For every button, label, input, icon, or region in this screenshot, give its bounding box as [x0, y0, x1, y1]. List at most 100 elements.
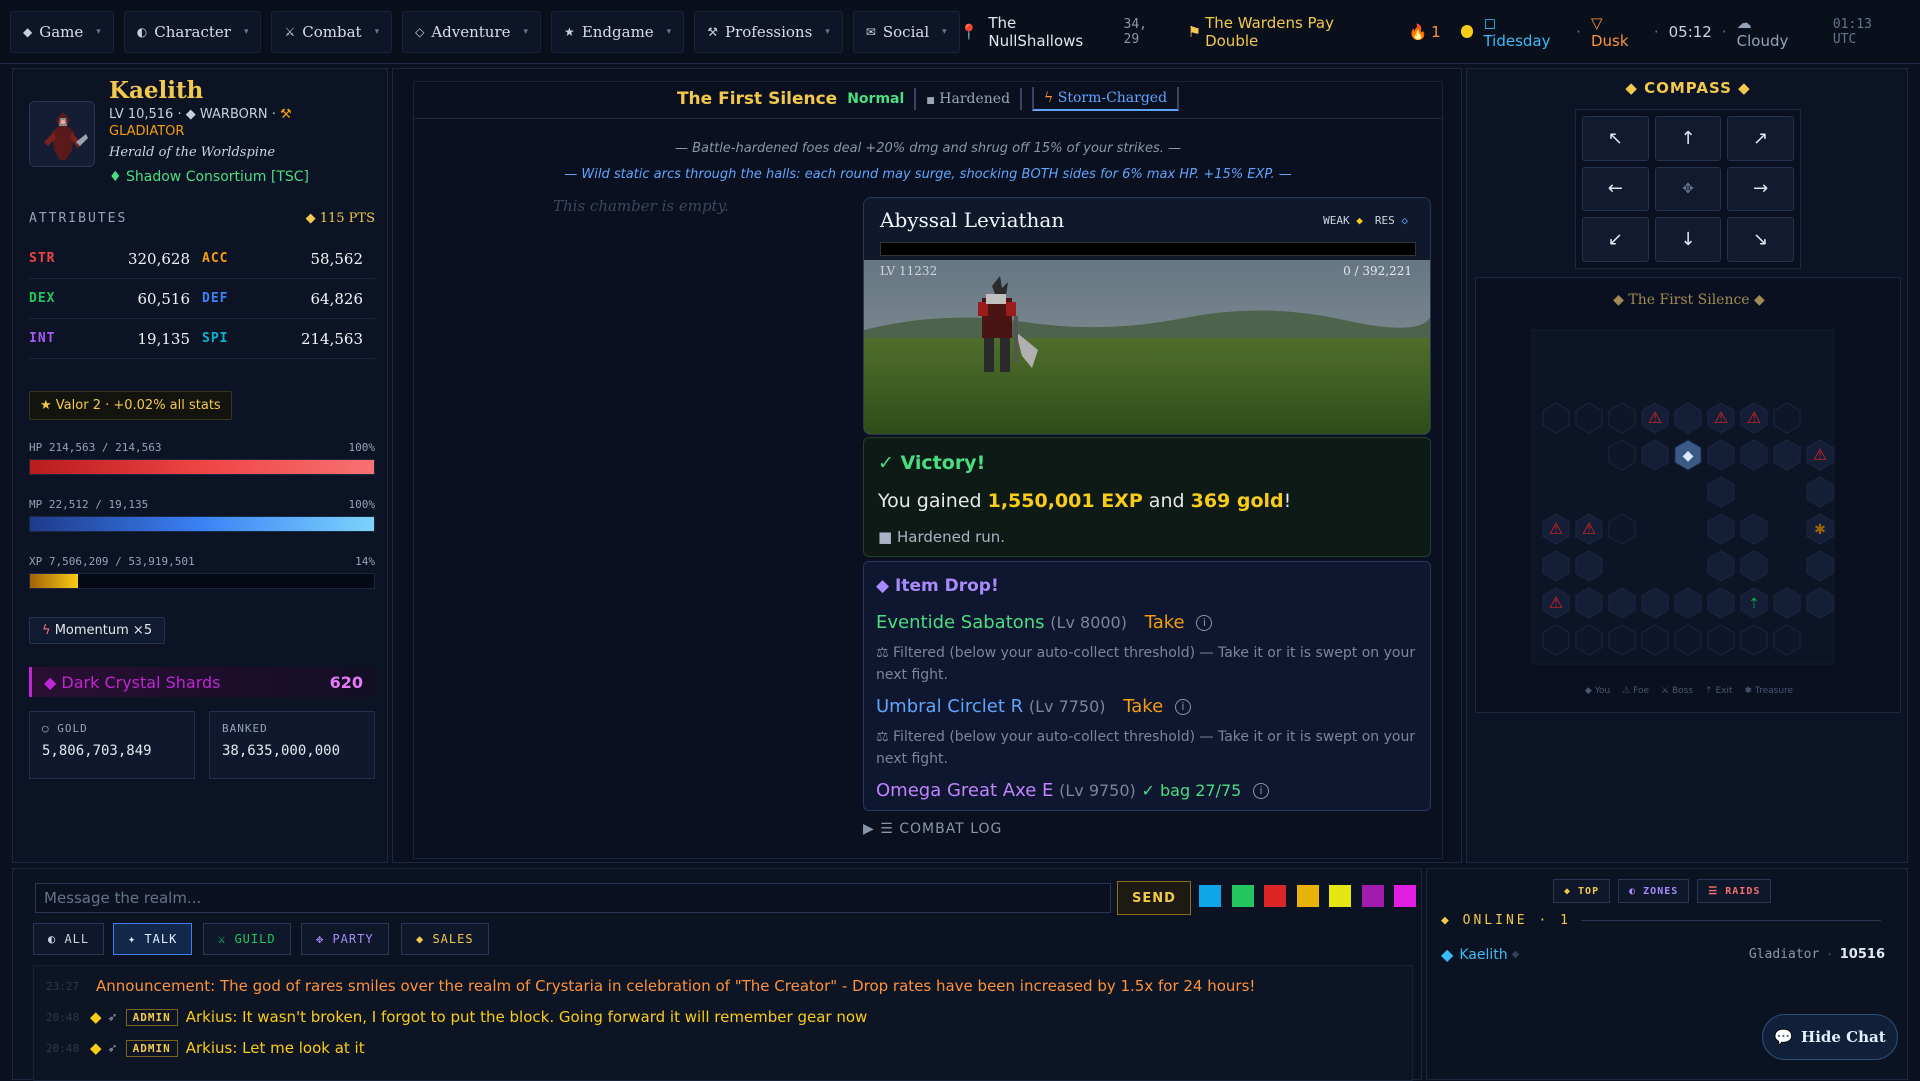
- info-icon[interactable]: i: [1196, 615, 1213, 631]
- info-icon[interactable]: i: [1253, 783, 1270, 799]
- online-player-row[interactable]: ◆ Kaelith ◆ Gladiator · 10516: [1441, 945, 1885, 964]
- compass-direction-button[interactable]: ↑: [1654, 116, 1722, 161]
- resistance[interactable]: RES ◇: [1375, 214, 1408, 227]
- item-name[interactable]: Eventide Sabatons: [876, 612, 1045, 633]
- color-swatch[interactable]: [1329, 885, 1351, 907]
- attribute-int[interactable]: INT 19,135: [29, 330, 202, 348]
- diamond-icon: ◆: [90, 1008, 102, 1026]
- nav-endgame[interactable]: ★ Endgame ▾: [551, 10, 685, 53]
- item-name[interactable]: Omega Great Axe E: [876, 780, 1053, 801]
- nav-adventure[interactable]: ◇ Adventure ▾: [402, 10, 542, 53]
- compass-direction-button[interactable]: ↖: [1582, 116, 1649, 161]
- color-swatch[interactable]: [1231, 885, 1254, 907]
- chat-message: 23:27 Announcement: The god of rares smil…: [34, 974, 1255, 998]
- dungeon-title: The First Silence: [676, 88, 838, 109]
- chat-tab[interactable]: ◆ SALES: [401, 923, 489, 955]
- legend-item: ⚠ Foe: [1622, 686, 1650, 696]
- attribute-row: DEX 60,516 DEF 64,826: [29, 279, 375, 319]
- gold-wallet[interactable]: ○ GOLD 5,806,703,849: [29, 711, 195, 779]
- top-navigation-bar: ◆ Game ▾ ◐ Character ▾ ⚔ Combat ▾ ◇ Adventure ▾ ★ End…: [0, 0, 1920, 64]
- combat-log-toggle[interactable]: ▶ ☰ COMBAT LOG: [863, 821, 1002, 837]
- mp-bar-label: MP 22,512 / 19,135 100%: [29, 498, 375, 511]
- compass-direction-button[interactable]: ↗: [1727, 116, 1794, 161]
- attribute-value: 58,562: [310, 249, 364, 268]
- xp-bar: [29, 573, 375, 589]
- svg-text:⚠: ⚠: [1813, 445, 1827, 464]
- attribute-key: DEF: [202, 291, 229, 306]
- color-swatch[interactable]: [1394, 885, 1416, 907]
- chat-tab[interactable]: ◐ ALL: [33, 923, 105, 955]
- color-swatch[interactable]: [1361, 885, 1384, 907]
- online-tab[interactable]: ◐ ZONES: [1618, 879, 1690, 903]
- character-guild[interactable]: ♦ Shadow Consortium [TSC]: [109, 169, 309, 185]
- chat-message: 20:48 ◆ ➶ ADMIN Arkius: Let me look at it: [34, 1036, 365, 1060]
- attribute-def[interactable]: DEF 64,826: [202, 290, 375, 308]
- world-event[interactable]: The Wardens Pay Double: [1205, 14, 1388, 50]
- player-name[interactable]: Kaelith: [1459, 947, 1507, 963]
- bank-amount: 38,635,000,000: [222, 743, 341, 759]
- tag-hardened[interactable]: ■ Hardened: [914, 87, 1023, 110]
- weak-label: WEAK: [1323, 214, 1350, 227]
- attribute-spi[interactable]: SPI 214,563: [202, 330, 375, 348]
- compass-direction-button[interactable]: →: [1727, 166, 1794, 212]
- item-name[interactable]: Umbral Circlet R: [876, 696, 1023, 717]
- chat-tab[interactable]: ✦ TALK: [113, 923, 193, 955]
- currency-dark-crystal-shards[interactable]: ◆ Dark Crystal Shards 620: [29, 667, 375, 697]
- nav-combat[interactable]: ⚔ Combat ▾: [271, 10, 393, 53]
- attribute-points[interactable]: ◆ 115 PTS: [306, 211, 375, 226]
- color-swatch[interactable]: [1296, 885, 1319, 907]
- admin-badge: ADMIN: [125, 1008, 178, 1026]
- nav-character[interactable]: ◐ Character ▾: [123, 10, 262, 53]
- nav-label: Game: [39, 22, 84, 41]
- nav-professions[interactable]: ⚒ Professions ▾: [694, 10, 843, 53]
- info-icon[interactable]: i: [1174, 699, 1191, 715]
- xp-value: XP 7,506,209 / 53,919,501: [29, 555, 195, 568]
- nav-icon: ⚔: [284, 24, 296, 39]
- gem-icon: ♦: [109, 169, 122, 185]
- filter-icon: ⚖: [876, 729, 889, 745]
- crossed-swords-icon: ⚒: [280, 107, 292, 122]
- filtered-note: ⚖ Filtered (below your auto-collect thre…: [876, 726, 1416, 770]
- momentum-badge[interactable]: ϟ Momentum ×5: [29, 617, 166, 644]
- diamond-icon: ◆: [1441, 945, 1454, 964]
- message-text: Arkius: Let me look at it: [185, 1039, 365, 1057]
- legend-item: ✱ Treasure: [1744, 686, 1794, 696]
- chat-tab[interactable]: ⚔ GUILD: [203, 923, 291, 955]
- location-name[interactable]: The NullShallows: [988, 14, 1113, 50]
- drop-item: Omega Great Axe E (Lv 9750) ✓ bag 27/75 …: [876, 780, 1270, 801]
- online-tab[interactable]: ◆ TOP: [1553, 879, 1611, 903]
- nav-label: Social: [882, 22, 930, 41]
- send-button[interactable]: SEND: [1117, 881, 1191, 915]
- attribute-acc[interactable]: ACC 58,562: [202, 250, 375, 268]
- compass-direction-button[interactable]: ←: [1582, 166, 1649, 212]
- attribute-dex[interactable]: DEX 60,516: [29, 290, 202, 308]
- mp-bar: [29, 516, 375, 532]
- diamond-icon: ◆: [185, 107, 196, 122]
- modifier-hardened: — Battle-hardened foes deal +20% dmg and…: [674, 141, 1182, 156]
- nav-game[interactable]: ◆ Game ▾: [10, 10, 114, 53]
- nav-social[interactable]: ✉ Social ▾: [852, 10, 960, 53]
- diamond-blue-icon: ◇: [1401, 214, 1408, 227]
- attribute-str[interactable]: STR 320,628: [29, 250, 202, 268]
- tag-storm-charged[interactable]: ϟ Storm-Charged: [1032, 86, 1180, 111]
- weakness[interactable]: WEAK ◆: [1323, 214, 1363, 227]
- chat-message: 20:48 ◆ ➶ ADMIN Arkius: It wasn't broken, I …: [34, 1005, 867, 1029]
- bank-wallet[interactable]: BANKED 38,635,000,000: [209, 711, 375, 779]
- online-tab[interactable]: ☰ RAIDS: [1697, 879, 1772, 903]
- avatar[interactable]: [29, 101, 95, 167]
- valor-badge[interactable]: ★ Valor 2 · +0.02% all stats: [29, 391, 232, 420]
- color-swatch[interactable]: [1199, 885, 1221, 907]
- chat-input[interactable]: Message the realm...: [35, 883, 1111, 913]
- compass-direction-button[interactable]: ↙: [1582, 217, 1649, 262]
- admin-badge: ADMIN: [125, 1039, 178, 1057]
- take-button[interactable]: Take: [1123, 696, 1163, 717]
- compass-direction-button[interactable]: ↘: [1727, 217, 1794, 262]
- take-button[interactable]: Take: [1145, 612, 1185, 633]
- compass-direction-button[interactable]: ↓: [1654, 217, 1722, 262]
- chat-tab[interactable]: ✥ PARTY: [301, 923, 389, 955]
- color-swatch[interactable]: [1264, 885, 1286, 907]
- compass-center-button[interactable]: ✥: [1654, 166, 1722, 212]
- nav-icon: ◇: [415, 24, 425, 39]
- xp-bar-fill: [30, 574, 79, 588]
- hide-chat-button[interactable]: 💬 Hide Chat: [1762, 1014, 1898, 1060]
